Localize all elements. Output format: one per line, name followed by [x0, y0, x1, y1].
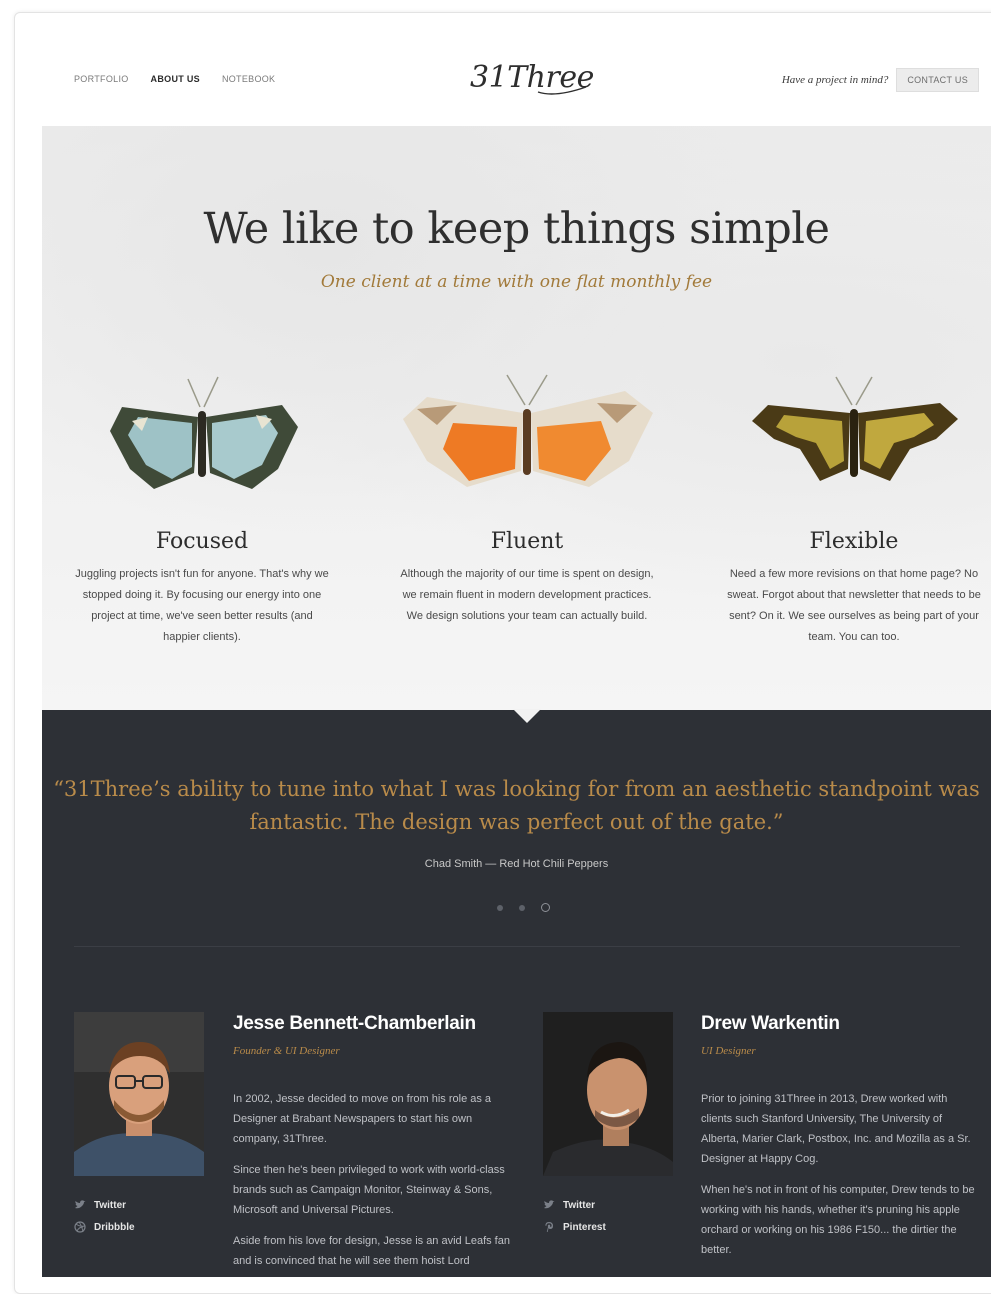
feature-focused-title: Focused — [155, 529, 249, 554]
testimonial-author: Chad Smith — Red Hot Chili Peppers — [424, 858, 609, 870]
jesse-twitter-label: Twitter — [94, 1199, 127, 1211]
feature-flexible: Flexible Need a few more revisions on th… — [724, 369, 984, 648]
header-cta: Have a project in mind? CONTACT US — [782, 68, 979, 92]
pager-dot-1[interactable] — [497, 904, 503, 911]
dribbble-icon — [74, 1221, 86, 1233]
drew-twitter-label: Twitter — [563, 1199, 596, 1211]
testimonial-pager — [497, 903, 550, 912]
twitter-icon — [75, 1200, 86, 1209]
blue-butterfly-illustration — [110, 376, 298, 489]
drew-pinterest-link[interactable]: Pinterest — [543, 1216, 606, 1238]
olive-butterfly-illustration — [752, 376, 958, 481]
jesse-bio-paragraph: In 2002, Jesse decided to move on from h… — [233, 1093, 492, 1145]
jesse-dribbble-link[interactable]: Dribbble — [74, 1216, 135, 1238]
feature-fluent: Fluent Although the majority of our time… — [397, 369, 657, 627]
nav-about-us[interactable]: ABOUT US — [151, 74, 200, 84]
feature-fluent-text: Although the majority of our time is spe… — [400, 568, 654, 622]
jesse-bio-paragraph: Since then he's been privileged to work … — [233, 1164, 505, 1216]
nav-portfolio[interactable]: PORTFOLIO — [74, 74, 129, 84]
hero-title: We like to keep things simple — [203, 204, 830, 254]
feature-focused-text: Juggling projects isn't fun for anyone. … — [75, 568, 329, 643]
drew-twitter-link[interactable]: Twitter — [543, 1194, 606, 1216]
drew-bio-paragraph: Prior to joining 31Three in 2013, Drew w… — [701, 1093, 971, 1165]
feature-flexible-text: Need a few more revisions on that home p… — [727, 568, 981, 643]
twitter-icon — [544, 1200, 555, 1209]
logo-swash-icon — [537, 86, 587, 95]
drew-avatar — [543, 1012, 673, 1176]
section-pointer — [513, 709, 541, 723]
pinterest-icon — [545, 1222, 553, 1232]
drew-role: UI Designer — [701, 1045, 756, 1057]
jesse-role: Founder & UI Designer — [233, 1045, 340, 1057]
feature-focused: Focused Juggling projects isn't fun for … — [72, 369, 332, 648]
pager-dot-2[interactable] — [519, 904, 525, 911]
jesse-bio: In 2002, Jesse decided to move on from h… — [233, 1089, 513, 1282]
contact-us-button[interactable]: CONTACT US — [896, 68, 979, 92]
hero-subtitle: One client at a time with one flat month… — [320, 272, 713, 292]
jesse-social-links: Twitter Dribbble — [74, 1194, 135, 1238]
feature-flexible-title: Flexible — [809, 529, 899, 554]
main-nav: PORTFOLIO ABOUT US NOTEBOOK — [74, 74, 275, 84]
jesse-name: Jesse Bennett-Chamberlain — [233, 1013, 476, 1034]
orange-butterfly-illustration — [403, 374, 653, 487]
drew-pinterest-label: Pinterest — [563, 1221, 606, 1233]
site-header: PORTFOLIO ABOUT US NOTEBOOK 31Three Have… — [0, 0, 991, 126]
jesse-twitter-link[interactable]: Twitter — [74, 1194, 135, 1216]
jesse-avatar — [74, 1012, 204, 1176]
jesse-dribbble-label: Dribbble — [94, 1221, 135, 1233]
jesse-bio-paragraph: Aside from his love for design, Jesse is… — [233, 1235, 510, 1267]
drew-social-links: Twitter Pinterest — [543, 1194, 606, 1238]
hero-section: We like to keep things simple One client… — [42, 126, 991, 710]
section-divider — [74, 946, 960, 947]
testimonial-quote: “31Three’s ability to tune into what I w… — [53, 777, 980, 834]
drew-name: Drew Warkentin — [701, 1013, 840, 1034]
nav-notebook[interactable]: NOTEBOOK — [222, 74, 275, 84]
project-prompt: Have a project in mind? — [781, 74, 889, 86]
drew-bio: Prior to joining 31Three in 2013, Drew w… — [701, 1089, 979, 1271]
feature-fluent-title: Fluent — [490, 529, 564, 554]
pager-dot-3-active[interactable] — [541, 903, 550, 912]
drew-bio-paragraph: When he's not in front of his computer, … — [701, 1184, 975, 1256]
